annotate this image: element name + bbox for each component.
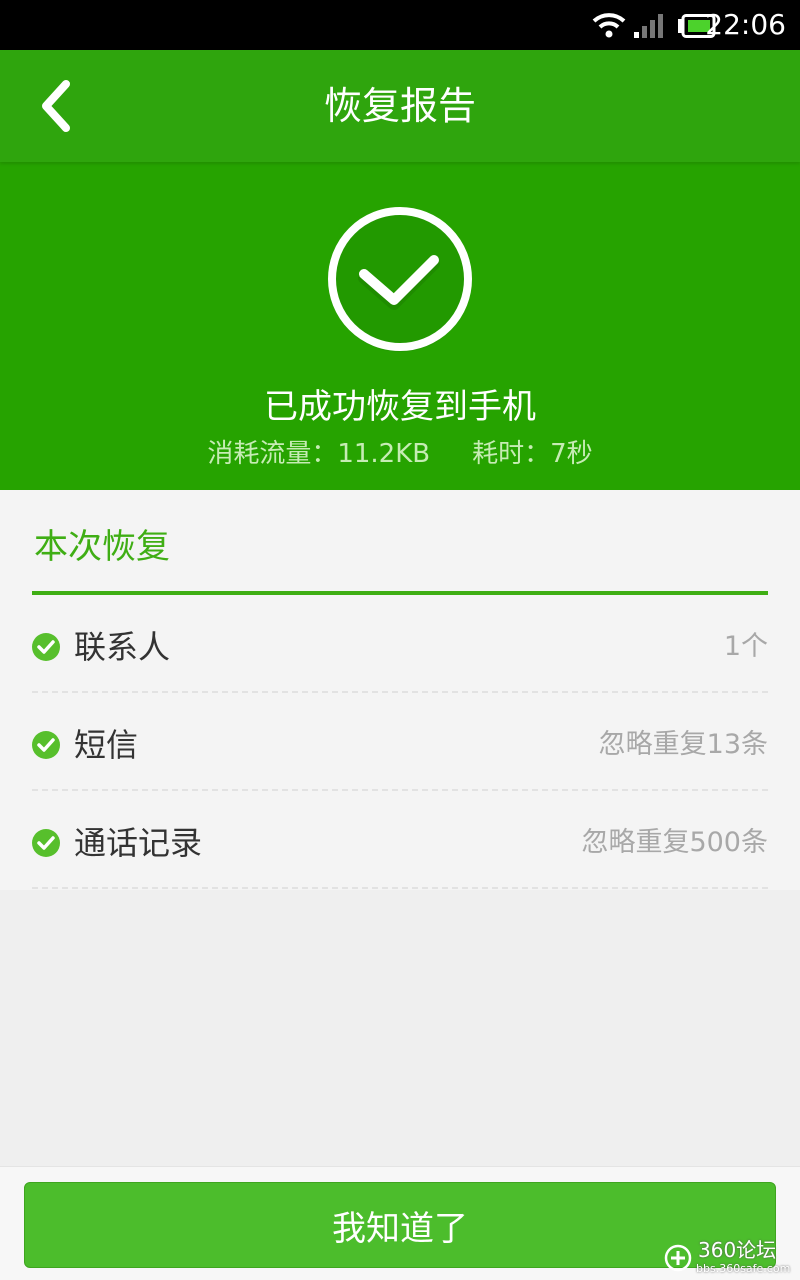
list-item-value: 忽略重复500条 [581,827,768,858]
list-item-contacts: 联系人 1个 [32,595,768,693]
check-circle-icon [328,207,472,352]
result-headline: 已成功恢复到手机 [264,387,536,427]
check-badge-icon [32,829,60,857]
wifi-icon [592,13,626,38]
result-banner: 已成功恢复到手机 消耗流量：11.2KB 耗时：7秒 [0,162,800,490]
list-item-sms: 短信 忽略重复13条 [32,693,768,791]
watermark: 360论坛 bbs.360safe.com [664,1238,794,1278]
watermark-title: 360论坛 [698,1238,777,1262]
watermark-url: bbs.360safe.com [696,1262,791,1275]
list-item-label: 短信 [74,726,139,764]
data-usage-text: 消耗流量：11.2KB [207,439,431,469]
check-badge-icon [32,633,60,661]
plus-circle-icon [664,1244,692,1272]
list-item-label: 通话记录 [74,824,203,862]
list-item-value: 忽略重复13条 [598,729,768,760]
page-title: 恢复报告 [323,84,476,128]
list-item-label: 联系人 [74,628,171,666]
clock: 22:06 [705,8,786,41]
list-item-value: 1个 [723,631,768,662]
signal-icon [634,14,663,38]
restore-details: 本次恢复 联系人 1个 短信 忽略重复13条 通话记录 忽略重复500条 [0,490,800,890]
title-bar: 恢复报告 [0,50,800,162]
section-title: 本次恢复 [34,527,170,567]
duration-text: 耗时：7秒 [472,439,593,469]
result-stats: 消耗流量：11.2KB 耗时：7秒 [0,436,800,472]
status-bar: 22:06 [0,0,800,50]
check-badge-icon [32,731,60,759]
list-item-call-log: 通话记录 忽略重复500条 [32,791,768,889]
